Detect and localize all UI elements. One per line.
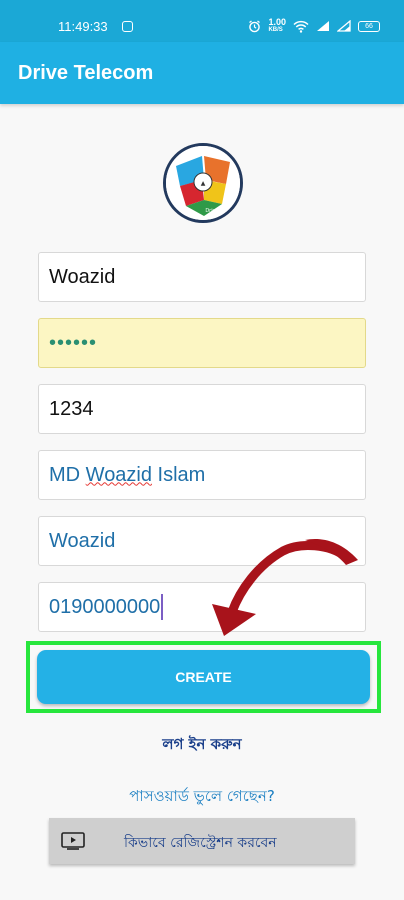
alarm-icon xyxy=(249,19,261,32)
shop-name-value: Woazid xyxy=(49,529,116,552)
app-bar: Drive Telecom xyxy=(0,42,404,104)
battery-icon: 66 xyxy=(358,20,380,32)
phone-value: 0190000000 xyxy=(49,595,161,618)
data-speed-value: 1.00 xyxy=(268,17,286,27)
username-field[interactable]: Woazid xyxy=(38,252,366,302)
forgot-password-link[interactable]: পাসওয়ার্ড ভুলে গেছেন? xyxy=(0,785,404,810)
shop-name-field[interactable]: Woazid xyxy=(38,516,366,566)
registration-tutorial-button[interactable]: কিভাবে রেজিস্ট্রেশন করবেন xyxy=(49,818,355,864)
username-value: Woazid xyxy=(49,265,116,288)
signal-icon xyxy=(317,21,329,31)
video-play-icon xyxy=(61,832,85,850)
status-time: 11:49:33 xyxy=(58,19,108,34)
status-bar: 11:49:33 1.00 KB/S 66 xyxy=(0,0,404,42)
text-caret xyxy=(161,594,164,620)
password-value: •••••• xyxy=(49,331,98,354)
signal-icon-2 xyxy=(337,20,351,32)
status-icons: 1.00 KB/S 66 xyxy=(248,18,380,34)
wifi-icon xyxy=(293,20,309,33)
login-link[interactable]: লগ ইন করুন xyxy=(0,733,404,758)
svg-text:▲: ▲ xyxy=(201,180,206,187)
data-speed: 1.00 KB/S xyxy=(268,18,286,34)
app-notification-icon xyxy=(122,21,133,32)
brand-logo: ▲ Drive xyxy=(163,143,243,223)
password-field[interactable]: •••••• xyxy=(38,318,366,368)
app-title: Drive Telecom xyxy=(18,62,154,84)
full-name-value: MD Woazid Islam xyxy=(49,464,205,487)
data-speed-unit: KB/S xyxy=(268,27,283,33)
full-name-part: Islam xyxy=(152,463,206,486)
full-name-field[interactable]: MD Woazid Islam xyxy=(38,450,366,500)
svg-text:Drive: Drive xyxy=(205,208,218,214)
pin-field[interactable]: 1234 xyxy=(38,384,366,434)
tutorial-label: কিভাবে রেজিস্ট্রেশন করবেন xyxy=(124,835,277,851)
pin-value: 1234 xyxy=(49,397,94,420)
phone-field[interactable]: 0190000000 xyxy=(38,582,366,632)
full-name-misspelled: Woazid xyxy=(85,463,152,486)
create-button[interactable]: CREATE xyxy=(37,650,370,704)
full-name-part: MD xyxy=(49,463,86,486)
